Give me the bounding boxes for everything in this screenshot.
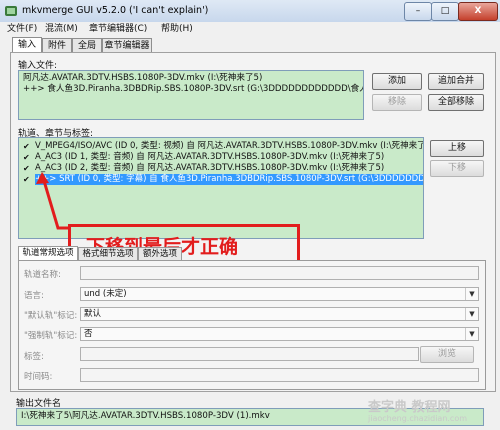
tab-attachments[interactable]: 附件	[42, 38, 72, 53]
track-name-label: 轨道名称:	[24, 270, 61, 280]
tab-input[interactable]: 输入	[12, 37, 42, 53]
tab-global[interactable]: 全局	[72, 38, 102, 53]
track-checkbox[interactable]: ✔	[23, 152, 33, 163]
track-label: A_AC3 (ID 1, 类型: 音频) 自 阿凡达.AVATAR.3DTV.H…	[35, 152, 385, 162]
subtab-general[interactable]: 轨道常规选项	[18, 246, 78, 260]
track-checkbox[interactable]: ✔	[23, 141, 33, 152]
track-item[interactable]: ✔ A_AC3 (ID 2, 类型: 音频) 自 阿凡达.AVATAR.3DTV…	[23, 163, 423, 174]
input-file-item[interactable]: ++> 食人鱼3D.Piranha.3DBDRip.SBS.1080P-3DV.…	[23, 84, 363, 95]
chevron-down-icon[interactable]: ▼	[465, 328, 478, 340]
language-value: und (未定)	[84, 289, 127, 299]
forced-flag-value: 否	[84, 329, 93, 339]
menu-help[interactable]: 帮助(H)	[158, 22, 196, 37]
track-item-selected[interactable]: ✔ ++> SRT (ID 0, 类型: 字幕) 自 食人鱼3D.Piranha…	[23, 174, 423, 185]
forced-flag-select[interactable]: 否 ▼	[80, 327, 479, 341]
append-button[interactable]: 追加合并	[428, 73, 484, 90]
default-flag-value: 默认	[84, 309, 102, 319]
default-flag-select[interactable]: 默认 ▼	[80, 307, 479, 321]
language-label: 语言:	[24, 291, 44, 301]
menu-file[interactable]: 文件(F)	[4, 22, 40, 37]
remove-all-button[interactable]: 全部移除	[428, 94, 484, 111]
tags-label: 标签:	[24, 352, 44, 362]
watermark-url: jiaocheng.chazidian.com	[368, 414, 468, 423]
maximize-button[interactable]: □	[431, 2, 459, 21]
menu-chapter-editor[interactable]: 章节编辑器(C)	[86, 22, 150, 37]
timecodes-field[interactable]	[80, 368, 479, 382]
app-icon	[5, 6, 17, 16]
track-label: ++> SRT (ID 0, 类型: 字幕) 自 食人鱼3D.Piranha.3…	[35, 174, 423, 185]
track-checkbox[interactable]: ✔	[23, 163, 33, 174]
input-file-item[interactable]: 阿凡达.AVATAR.3DTV.HSBS.1080P-3DV.mkv (I:\死…	[23, 73, 262, 84]
move-up-button[interactable]: 上移	[430, 140, 484, 157]
browse-button[interactable]: 浏览	[420, 346, 474, 363]
track-item[interactable]: ✔ V_MPEG4/ISO/AVC (ID 0, 类型: 视频) 自 阿凡达.A…	[23, 141, 423, 152]
chevron-down-icon[interactable]: ▼	[465, 288, 478, 300]
default-flag-label: "默认轨"标记:	[24, 311, 78, 321]
subtab-format[interactable]: 格式细节选项	[78, 247, 138, 261]
tags-field[interactable]	[80, 347, 419, 361]
title-bar: mkvmerge GUI v5.2.0 ('I can't explain') …	[0, 0, 500, 23]
output-filename-value: I:\死神来了5\阿凡达.AVATAR.3DTV.HSBS.1080P-3DV …	[21, 411, 270, 421]
minimize-button[interactable]: –	[404, 2, 432, 21]
track-label: V_MPEG4/ISO/AVC (ID 0, 类型: 视频) 自 阿凡达.AVA…	[35, 141, 424, 151]
add-button[interactable]: 添加	[372, 73, 422, 90]
forced-flag-label: "强制轨"标记:	[24, 331, 78, 341]
menu-mux[interactable]: 混流(M)	[42, 22, 81, 37]
close-button[interactable]: X	[458, 2, 498, 21]
input-files-list[interactable]: 阿凡达.AVATAR.3DTV.HSBS.1080P-3DV.mkv (I:\死…	[18, 70, 364, 120]
subtab-extra[interactable]: 额外选项	[138, 247, 182, 261]
timecodes-label: 时间码:	[24, 372, 53, 382]
remove-button[interactable]: 移除	[372, 94, 422, 111]
track-label: A_AC3 (ID 2, 类型: 音频) 自 阿凡达.AVATAR.3DTV.H…	[35, 163, 385, 173]
chevron-down-icon[interactable]: ▼	[465, 308, 478, 320]
menu-bar: 文件(F) 混流(M) 章节编辑器(C) 帮助(H)	[0, 22, 500, 37]
track-checkbox[interactable]: ✔	[23, 174, 33, 185]
track-name-field[interactable]	[80, 266, 479, 280]
language-select[interactable]: und (未定) ▼	[80, 287, 479, 301]
move-down-button[interactable]: 下移	[430, 160, 484, 177]
window-title: mkvmerge GUI v5.2.0 ('I can't explain')	[22, 5, 209, 16]
track-item[interactable]: ✔ A_AC3 (ID 1, 类型: 音频) 自 阿凡达.AVATAR.3DTV…	[23, 152, 423, 163]
tab-chapter-editor[interactable]: 章节编辑器	[102, 38, 152, 53]
watermark-text: 查字典 教程网	[368, 400, 451, 415]
